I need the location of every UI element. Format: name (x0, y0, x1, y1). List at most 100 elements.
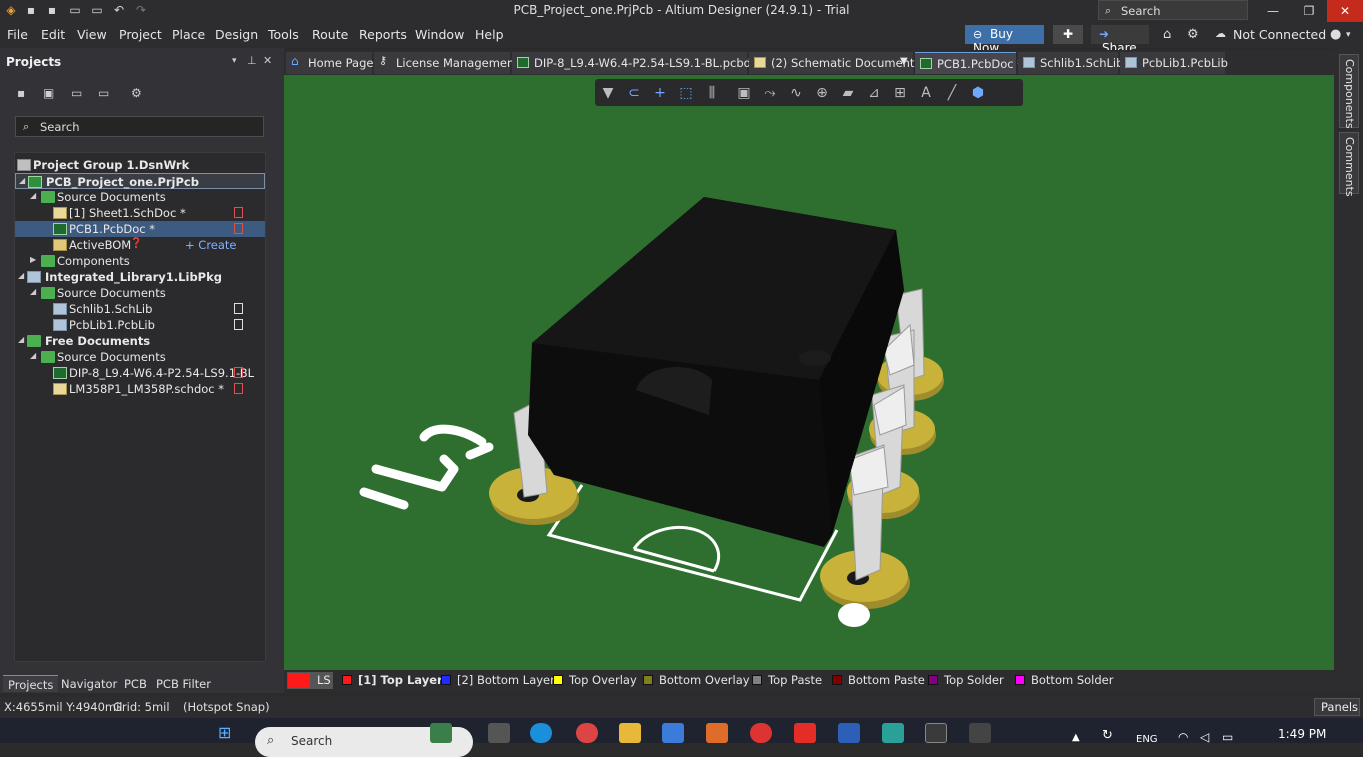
menu-edit[interactable]: Edit (41, 27, 65, 42)
buy-now-button[interactable]: ⊖ Buy Now (965, 25, 1044, 55)
tree-item-sheet1[interactable]: [1] Sheet1.SchDoc * (15, 205, 265, 221)
close-button[interactable]: ✕ (1327, 0, 1363, 22)
tree-item-source-documents[interactable]: ◢ Source Documents (15, 189, 265, 205)
tab-navigator[interactable]: Navigator (56, 675, 122, 692)
title-search-input[interactable]: ⌕ Search (1098, 0, 1248, 20)
arduino-icon[interactable] (882, 723, 904, 743)
sync-icon[interactable]: ↻ (1102, 728, 1113, 743)
tab-pcb-filter[interactable]: PCB Filter (151, 675, 216, 692)
copilot-icon[interactable] (662, 723, 684, 743)
tree-item-dip8[interactable]: DIP-8_L9.4-W6.4-P2.54-LS9.1-BL (15, 365, 265, 381)
via-icon[interactable]: ⊕ (813, 84, 831, 102)
gear-icon[interactable]: ⚙ (1187, 27, 1199, 42)
route-icon[interactable]: ⤳ (761, 84, 779, 102)
notifications-button[interactable]: ✚ (1053, 25, 1083, 44)
open-folder-icon[interactable]: ▭ (71, 86, 85, 100)
menu-route[interactable]: Route (312, 27, 348, 42)
share-button[interactable]: ➜ Share (1091, 25, 1149, 55)
tree-item-source-documents[interactable]: ◢ Source Documents (15, 349, 265, 365)
expand-arrow-icon[interactable]: ▶ (30, 255, 38, 264)
task-view-icon[interactable] (488, 723, 510, 743)
wifi-icon[interactable]: ◠ (1178, 730, 1188, 744)
file-explorer-icon[interactable] (619, 723, 641, 743)
panel-menu-chevron-icon[interactable]: ▾ (232, 56, 237, 66)
compile-icon[interactable]: ▣ (43, 86, 57, 100)
tree-item-pcb1[interactable]: PCB1.PcbDoc * (15, 221, 265, 237)
panel-close-icon[interactable]: ✕ (263, 54, 272, 67)
layer-set-button[interactable]: LS (287, 672, 333, 689)
chrome-profile-icon[interactable] (750, 723, 772, 743)
tree-item-components[interactable]: ▶ Components (15, 253, 265, 269)
project-options-icon[interactable]: ▭ (98, 86, 112, 100)
search-highlights-icon[interactable] (430, 723, 452, 743)
collapse-arrow-icon[interactable]: ◢ (30, 287, 38, 296)
menu-place[interactable]: Place (172, 27, 205, 42)
menu-file[interactable]: File (7, 27, 28, 42)
comments-panel-tab[interactable]: Comments (1339, 132, 1359, 197)
collapse-arrow-icon[interactable]: ◢ (18, 335, 26, 344)
tree-item-integrated-library[interactable]: ◢ Integrated_Library1.LibPkg (15, 269, 265, 285)
align-icon[interactable]: ⫼ (703, 84, 721, 102)
collapse-arrow-icon[interactable]: ◢ (30, 191, 38, 200)
app-icon-2[interactable] (969, 723, 991, 743)
maximize-button[interactable]: ❐ (1291, 0, 1327, 22)
tree-item-activebom[interactable]: ActiveBOM ❓ + Create (15, 237, 265, 253)
start-icon[interactable]: ⊞ (218, 723, 240, 743)
save-project-icon[interactable]: ▪ (17, 86, 31, 100)
collapse-arrow-icon[interactable]: ◢ (19, 176, 27, 185)
menu-view[interactable]: View (77, 27, 107, 42)
menu-window[interactable]: Window (415, 27, 464, 42)
projects-search-input[interactable]: ⌕ Search (15, 116, 264, 137)
pin-icon[interactable]: ⊥ (247, 54, 257, 67)
menu-design[interactable]: Design (215, 27, 258, 42)
tab-dip8-pcbdoc[interactable]: DIP-8_L9.4-W6.4-P2.54-LS9.1-BL.pcbdoc * (512, 52, 774, 74)
tree-item-project-group[interactable]: Project Group 1.DsnWrk (15, 157, 265, 173)
component-icon[interactable]: ▣ (735, 84, 753, 102)
minimize-button[interactable]: — (1255, 0, 1291, 22)
battery-icon[interactable]: ▭ (1222, 730, 1233, 744)
menu-tools[interactable]: Tools (268, 27, 299, 42)
tree-item-schlib1[interactable]: Schlib1.SchLib (15, 301, 265, 317)
tab-pcb1-pcbdoc[interactable]: PCB1.PcbDoc * (915, 52, 1023, 74)
3d-body-icon[interactable]: ⬢ (969, 84, 987, 102)
text-icon[interactable]: A (917, 84, 935, 102)
menu-help[interactable]: Help (475, 27, 504, 42)
app-icon[interactable] (706, 723, 728, 743)
tab-projects[interactable]: Projects (3, 675, 59, 692)
tray-chevron-icon[interactable]: ▲ (1072, 732, 1080, 743)
word-icon[interactable] (838, 723, 860, 743)
volume-icon[interactable]: ◁ (1200, 730, 1209, 744)
line-icon[interactable]: ╱ (943, 84, 961, 102)
select-box-icon[interactable]: ⬚ (677, 84, 695, 102)
components-panel-tab[interactable]: Components (1339, 54, 1359, 129)
region-icon[interactable]: ⊿ (865, 84, 883, 102)
layer-bottom-overlay[interactable]: Bottom Overlay (643, 672, 750, 689)
layer-top-paste[interactable]: Top Paste (752, 672, 826, 689)
tab-pcblib1[interactable]: PcbLib1.PcbLib (1120, 52, 1228, 74)
diff-pair-icon[interactable]: ∿ (787, 84, 805, 102)
chrome-icon[interactable] (576, 723, 598, 743)
home-icon[interactable]: ⌂ (1163, 27, 1171, 42)
panels-button[interactable]: Panels (1314, 698, 1360, 716)
tree-item-lm358p[interactable]: LM358P1_LM358P.schdoc * (15, 381, 265, 397)
pcb-3d-canvas[interactable]: ▼ ⊂ + ⬚ ⫼ ▣ ⤳ ∿ ⊕ ▰ ⊿ ⊞ A ╱ ⬢ (284, 75, 1334, 670)
tab-dropdown-chevron-icon[interactable]: ▼ (900, 56, 908, 67)
crosshair-icon[interactable]: + (651, 84, 669, 102)
dimension-icon[interactable]: ⊞ (891, 84, 909, 102)
tab-pcb[interactable]: PCB (119, 675, 152, 692)
tab-schlib1[interactable]: Schlib1.SchLib (1018, 52, 1123, 74)
create-bom-link[interactable]: + Create (185, 238, 237, 252)
collapse-arrow-icon[interactable]: ◢ (18, 271, 26, 280)
tab-home-page[interactable]: ⌂ Home Page (286, 52, 373, 74)
tree-item-pcblib1[interactable]: PcbLib1.PcbLib (15, 317, 265, 333)
layer-bottom-layer[interactable]: [2] Bottom Layer (441, 672, 555, 689)
menu-reports[interactable]: Reports (359, 27, 407, 42)
layer-bottom-paste[interactable]: Bottom Paste (832, 672, 925, 689)
connection-status[interactable]: Not Connected (1233, 27, 1326, 42)
fill-icon[interactable]: ▰ (839, 84, 857, 102)
tree-item-source-documents[interactable]: ◢ Source Documents (15, 285, 265, 301)
settings-gear-icon[interactable]: ⚙ (131, 86, 145, 100)
youtube-icon[interactable] (794, 723, 816, 743)
layer-top-solder[interactable]: Top Solder (928, 672, 1006, 689)
tree-item-free-documents[interactable]: ◢ Free Documents (15, 333, 265, 349)
